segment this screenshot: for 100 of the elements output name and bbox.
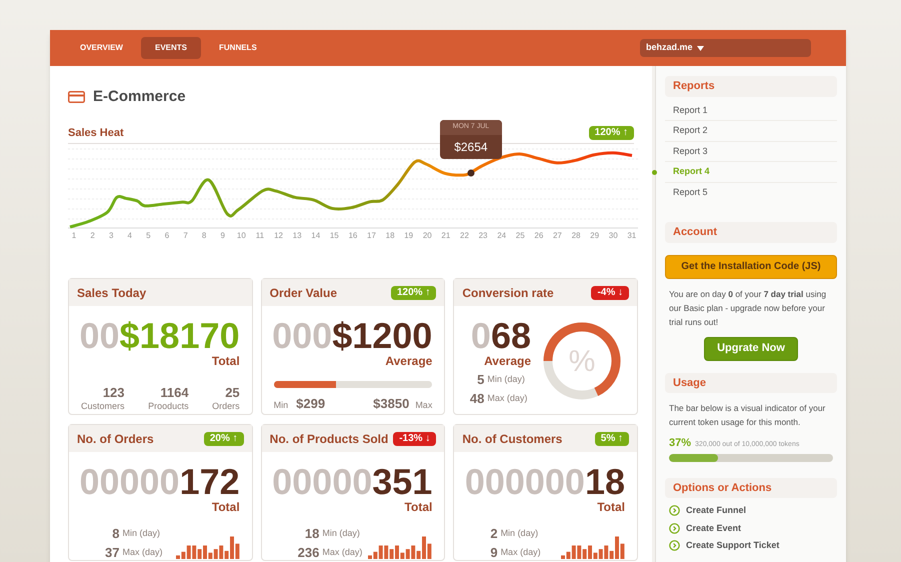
stat-label: Min (day) [322,529,360,538]
axis-label: 25 [514,230,526,242]
big-number: 172 [180,464,240,500]
axis-label: 17 [366,230,377,242]
axis-label: 28 [570,230,582,242]
axis-label: 4 [126,230,133,242]
axis-label: 20 [422,230,433,242]
report-link[interactable]: Report 2 [665,121,837,140]
axis-label: 29 [589,230,600,242]
stat-value: 9 [490,546,498,559]
action-link[interactable]: Create Funnel [669,504,833,518]
placeholder-digits: 0 [470,318,491,354]
axis-label: 9 [220,230,226,242]
stat-value: 5 [476,373,484,386]
stat-label: Max (day) [122,548,162,557]
axis-label: 30 [608,230,619,242]
section-header: Account [665,222,837,242]
placeholder-digits: 000000 [464,464,585,500]
stat-label: Min (day) [122,529,160,538]
caption: Total [404,500,432,515]
section-header: Reports [665,76,837,96]
placeholder-digits: 000 [272,318,332,354]
trend-badge: 5% ↑ [594,432,629,446]
card-title: Conversion rate [462,284,554,302]
min-value: $299 [296,395,326,413]
caret-icon [696,46,704,50]
axis-label: 18 [384,230,396,242]
page-title: E-Commerce [93,87,186,107]
chevron-circle-icon [669,540,680,552]
mini-bar-chart [561,535,625,559]
axis-label: 23 [478,230,489,242]
trend-badge: 120% ↑ [390,286,436,300]
axis-label: 11 [254,230,266,242]
install-code-button[interactable]: Get the Installation Code (JS) [665,254,837,278]
stat-label: Customers [81,401,125,412]
caption: Total [596,500,625,515]
nav-tab[interactable]: FUNNELS [205,37,271,59]
trend-badge: 120% ↑ [588,126,634,140]
usage-percent: 37% [669,436,692,451]
card-title: No. of Products Sold [270,430,388,448]
big-number: 351 [372,464,432,500]
axis-label: 15 [328,230,340,242]
axis-label: 6 [164,230,170,242]
placeholder-digits: 00000 [272,464,372,500]
axis-label: 8 [200,230,208,242]
card-title: Order Value [270,284,338,302]
axis-label: 7 [182,230,189,242]
stat-value: 25 [225,385,240,402]
big-number: $18170 [120,318,240,354]
tooltip-value: $2654 [453,138,489,156]
max-value: $3850 [373,395,410,413]
stat-value: 123 [102,385,125,402]
axis-label: 5 [145,230,152,242]
usage-description: The bar below is a visual indicator of your current token usage for this month. [668,402,826,429]
nav-tab[interactable]: OVERVIEW [66,37,137,59]
mini-bar-chart [176,535,240,559]
nav-tab[interactable]: EVENTS [140,37,201,59]
trend-badge: 20% ↑ [204,432,244,446]
percent-symbol: % [568,344,596,380]
caption: Total [210,354,240,369]
axis-label: 31 [626,230,638,242]
axis-label: 13 [292,230,303,242]
data-point-icon [466,168,475,177]
chevron-circle-icon [669,505,680,516]
action-link[interactable]: Create Event [669,522,833,535]
placeholder-digits: 00 [79,318,120,354]
axis-label: 22 [459,230,470,242]
axis-label: 24 [496,230,508,242]
axis-label: 16 [347,230,358,242]
card-title: No. of Customers [462,430,562,448]
axis-label: 3 [108,230,114,242]
stat-value: 18 [304,527,320,540]
section-header: Options or Actions [665,478,837,498]
stat-value: 37 [105,546,120,559]
caption: Total [210,500,240,515]
chart-title: Sales Heat [68,126,124,140]
stat-value: 1164 [160,385,189,402]
stat-label: Max (day) [487,394,528,403]
account-dropdown[interactable]: behzad.me [640,39,811,57]
report-link[interactable]: Report 1 [665,100,837,120]
credit-card-icon [68,91,85,104]
section-header: Usage [665,372,837,393]
chevron-circle-icon [669,522,680,534]
card-title: Sales Today [77,284,146,302]
big-number: 18 [584,464,625,500]
action-link[interactable]: Create Support Ticket [669,539,833,552]
max-label: Max [415,399,432,412]
stat-value: 48 [468,392,484,405]
axis-label: 21 [440,230,452,242]
caption: Average [384,354,432,369]
trend-badge: -4% ↓ [591,286,629,300]
axis-label: 19 [403,230,414,242]
stat-label: Max (day) [322,548,362,557]
report-link[interactable]: Report 5 [665,182,837,202]
axis-label: 10 [236,230,247,242]
stat-label: Min (day) [500,529,538,538]
report-link[interactable]: Report 3 [665,142,837,161]
trial-message: You are on day 0 of your 7 day trial using our Basic plan - upgrade now before your trial runs out! [668,288,828,328]
axis-label: 27 [552,230,563,242]
trend-badge: -13% ↓ [393,432,436,446]
